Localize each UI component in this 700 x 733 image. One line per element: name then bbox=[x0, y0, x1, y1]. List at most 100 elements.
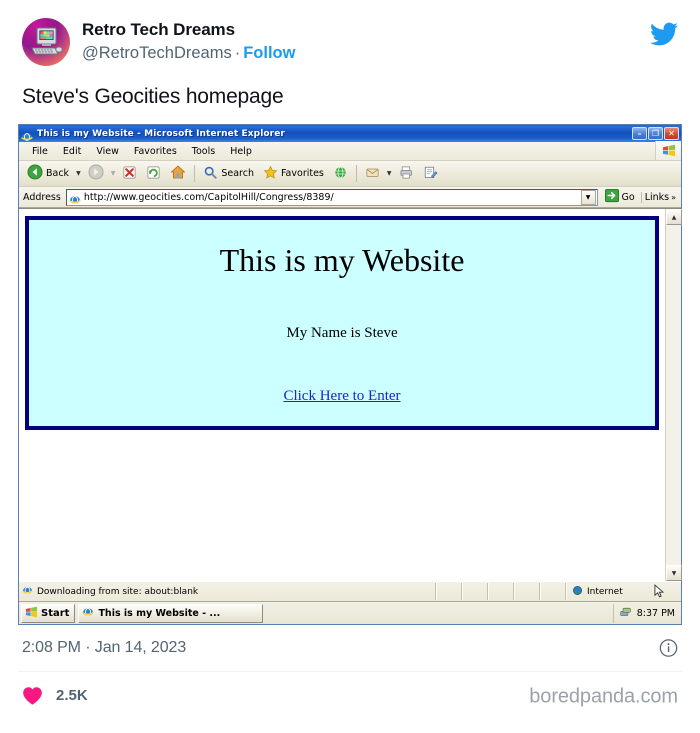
browser-content-area: This is my Website My Name is Steve Clic… bbox=[19, 208, 682, 581]
status-cell bbox=[514, 583, 540, 600]
toolbar-separator bbox=[194, 165, 196, 182]
favorites-button[interactable]: Favorites bbox=[259, 163, 328, 185]
tweet-engagement-row: 2.5K boredpanda.com bbox=[0, 672, 700, 721]
taskbar-window-button[interactable]: This is my Website - ... bbox=[78, 603, 264, 623]
restore-button[interactable]: ❐ bbox=[648, 127, 663, 140]
windows-flag-icon bbox=[25, 606, 38, 621]
links-button[interactable]: Links » bbox=[640, 191, 679, 203]
mail-button[interactable] bbox=[361, 163, 384, 185]
enter-site-link[interactable]: Click Here to Enter bbox=[283, 388, 400, 405]
internet-explorer-icon bbox=[69, 191, 81, 204]
start-button-label: Start bbox=[41, 607, 70, 619]
taskbar-window-label: This is my Website - ... bbox=[98, 607, 221, 619]
favorites-button-label: Favorites bbox=[280, 168, 324, 179]
internet-explorer-icon bbox=[82, 606, 95, 621]
go-arrow-icon bbox=[604, 188, 620, 206]
search-button[interactable]: Search bbox=[199, 163, 258, 185]
go-button-label: Go bbox=[621, 191, 635, 203]
tweet-header: Retro Tech Dreams @RetroTechDreams · Follo… bbox=[0, 0, 700, 66]
separator: · bbox=[234, 44, 241, 62]
back-dropdown-chevron-down-icon[interactable]: ▼ bbox=[74, 170, 83, 177]
web-page-viewport: This is my Website My Name is Steve Clic… bbox=[19, 209, 665, 581]
print-icon bbox=[399, 165, 414, 183]
status-message: Downloading from site: about:blank bbox=[37, 586, 199, 597]
vertical-scrollbar[interactable]: ▲ ▼ bbox=[665, 209, 682, 581]
info-circle-icon[interactable] bbox=[659, 639, 678, 658]
minimize-button[interactable]: – bbox=[632, 127, 647, 140]
heart-icon[interactable] bbox=[22, 686, 43, 705]
page-subheading: My Name is Steve bbox=[286, 325, 398, 341]
menu-tools[interactable]: Tools bbox=[185, 145, 223, 158]
internet-explorer-icon bbox=[21, 128, 33, 141]
tweet-identity: Retro Tech Dreams @RetroTechDreams · Follo… bbox=[82, 18, 295, 64]
star-icon bbox=[263, 165, 278, 183]
windows-flag-icon bbox=[655, 141, 681, 160]
menu-file[interactable]: File bbox=[25, 145, 56, 158]
address-bar: Address http://www.geocities.com/Capitol… bbox=[19, 187, 681, 208]
display-name: Retro Tech Dreams bbox=[82, 20, 235, 39]
security-zone-panel: Internet bbox=[566, 583, 681, 600]
print-button[interactable] bbox=[395, 163, 418, 185]
home-icon bbox=[170, 164, 186, 183]
handle-row: @RetroTechDreams · Follow bbox=[82, 42, 295, 64]
back-arrow-icon bbox=[27, 164, 43, 183]
menu-view[interactable]: View bbox=[89, 145, 127, 158]
scroll-up-arrow-icon[interactable]: ▲ bbox=[666, 209, 682, 225]
stop-icon bbox=[122, 165, 137, 183]
globe-icon bbox=[572, 585, 583, 599]
window-controls: – ❐ ✕ bbox=[632, 127, 680, 140]
twitter-bird-icon bbox=[650, 20, 678, 48]
window-title: This is my Website - Microsoft Internet … bbox=[37, 128, 285, 139]
tweet-card: Retro Tech Dreams @RetroTechDreams · Follo… bbox=[0, 0, 700, 733]
scrollbar-track[interactable] bbox=[666, 225, 681, 565]
home-button[interactable] bbox=[166, 163, 190, 185]
browser-toolbar: Back ▼ ▼ Search Favorites ▼ bbox=[19, 161, 681, 187]
internet-explorer-window: This is my Website - Microsoft Internet … bbox=[18, 124, 682, 625]
window-title-bar: This is my Website - Microsoft Internet … bbox=[19, 125, 681, 142]
media-button[interactable] bbox=[329, 163, 352, 185]
page-heading: This is my Website bbox=[219, 242, 465, 278]
go-button[interactable]: Go bbox=[601, 188, 638, 206]
status-cell bbox=[436, 583, 462, 600]
edit-button[interactable] bbox=[419, 163, 442, 185]
follow-button[interactable]: Follow bbox=[243, 44, 295, 62]
scroll-down-arrow-icon[interactable]: ▼ bbox=[666, 565, 682, 581]
menu-edit[interactable]: Edit bbox=[56, 145, 89, 158]
forward-button[interactable] bbox=[84, 163, 108, 185]
user-handle[interactable]: @RetroTechDreams bbox=[82, 44, 232, 62]
status-message-panel: Downloading from site: about:blank bbox=[19, 583, 436, 600]
geocities-page-box: This is my Website My Name is Steve Clic… bbox=[25, 216, 659, 430]
start-button[interactable]: Start bbox=[21, 603, 76, 623]
tweet-timestamp: 2:08 PM · Jan 14, 2023 bbox=[22, 639, 187, 656]
menu-help[interactable]: Help bbox=[223, 145, 260, 158]
back-button[interactable]: Back bbox=[23, 163, 73, 185]
toolbar-separator bbox=[355, 165, 357, 182]
mouse-pointer-icon bbox=[654, 584, 665, 599]
mail-icon bbox=[365, 165, 380, 183]
forward-arrow-icon bbox=[88, 164, 104, 183]
menu-bar: File Edit View Favorites Tools Help bbox=[19, 141, 681, 161]
address-input[interactable]: http://www.geocities.com/CapitolHill/Con… bbox=[65, 188, 598, 206]
forward-dropdown-chevron-down-icon[interactable]: ▼ bbox=[109, 170, 118, 177]
menu-favorites[interactable]: Favorites bbox=[127, 145, 185, 158]
address-dropdown-chevron-down-icon[interactable]: ▼ bbox=[580, 189, 596, 205]
edit-page-icon bbox=[423, 165, 438, 183]
tweet-timestamp-row: 2:08 PM · Jan 14, 2023 bbox=[0, 625, 700, 671]
status-cell bbox=[488, 583, 514, 600]
links-chevron-icon: » bbox=[671, 192, 676, 202]
taskbar-clock[interactable]: 8:37 PM bbox=[637, 608, 675, 619]
status-bar: Downloading from site: about:blank Inter… bbox=[19, 581, 681, 601]
system-tray: 8:37 PM bbox=[612, 603, 679, 623]
media-globe-icon bbox=[333, 165, 348, 183]
network-icon[interactable] bbox=[619, 605, 632, 621]
source-watermark: boredpanda.com bbox=[529, 685, 678, 707]
stop-button[interactable] bbox=[118, 163, 141, 185]
close-button[interactable]: ✕ bbox=[664, 127, 679, 140]
refresh-button[interactable] bbox=[142, 163, 165, 185]
back-button-label: Back bbox=[46, 168, 70, 179]
address-url-text: http://www.geocities.com/CapitolHill/Con… bbox=[83, 191, 334, 203]
avatar[interactable] bbox=[22, 18, 70, 66]
mail-dropdown-chevron-down-icon[interactable]: ▼ bbox=[385, 170, 394, 177]
tweet-body-text: Steve's Geocities homepage bbox=[22, 85, 284, 108]
search-button-label: Search bbox=[221, 168, 254, 179]
